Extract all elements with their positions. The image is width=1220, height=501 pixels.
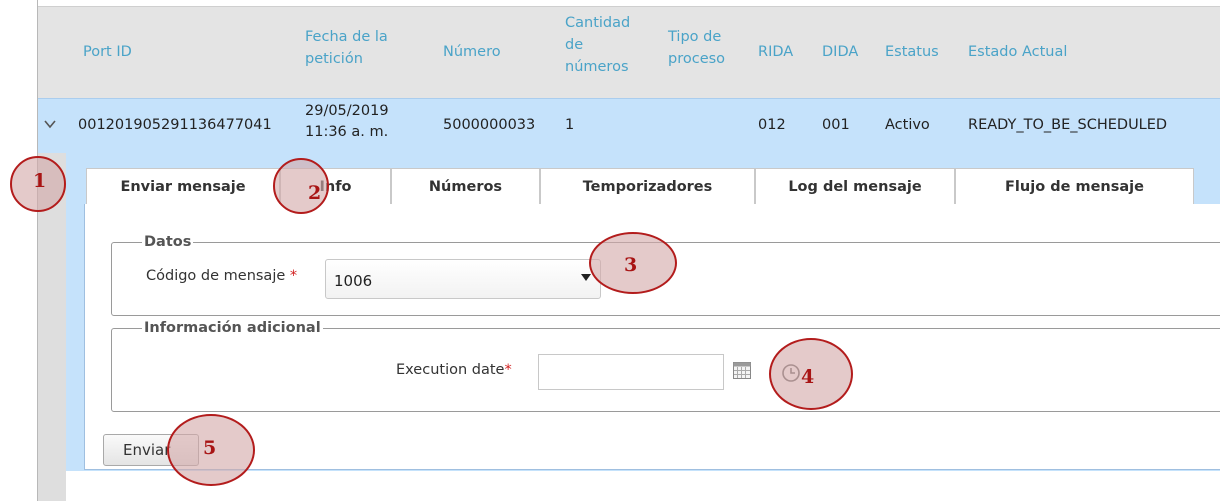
- required-mark: *: [504, 362, 512, 378]
- datos-legend: Datos: [144, 234, 192, 250]
- tab-enviar-mensaje[interactable]: Enviar mensaje: [86, 168, 280, 204]
- col-fecha-line1[interactable]: Fecha de la: [305, 29, 388, 45]
- execution-date-label: Execution date*: [396, 362, 512, 378]
- col-tipo-line2[interactable]: proceso: [668, 51, 725, 67]
- annotation-number-3: 3: [624, 254, 638, 276]
- col-estatus[interactable]: Estatus: [885, 44, 939, 60]
- cell-fecha-date: 29/05/2019: [305, 103, 389, 119]
- cell-dida: 001: [822, 117, 850, 133]
- tab-temporizadores[interactable]: Temporizadores: [540, 168, 755, 204]
- col-cantidad-line1[interactable]: Cantidad: [565, 15, 630, 31]
- cell-cantidad: 1: [565, 117, 575, 133]
- codigo-value: 1006: [334, 272, 373, 290]
- cell-estatus: Activo: [885, 117, 930, 133]
- cell-rida: 012: [758, 117, 786, 133]
- codigo-select[interactable]: 1006: [325, 259, 601, 299]
- cell-estado-actual: READY_TO_BE_SCHEDULED: [968, 117, 1168, 133]
- col-port-id[interactable]: Port ID: [83, 44, 132, 60]
- info-adicional-legend: Información adicional: [144, 320, 321, 336]
- annotation-number-5: 5: [203, 437, 217, 459]
- cell-fecha-time: 11:36 a. m.: [305, 124, 389, 140]
- col-dida[interactable]: DIDA: [822, 44, 858, 60]
- tab-numeros[interactable]: Números: [391, 168, 540, 204]
- annotation-number-2: 2: [308, 182, 322, 204]
- chevron-down-icon[interactable]: [44, 118, 56, 130]
- cell-port-id: 001201905291136477041: [78, 117, 272, 133]
- detail-gutter-bottom: [38, 471, 66, 501]
- col-fecha-line2[interactable]: petición: [305, 51, 363, 67]
- calendar-icon[interactable]: [733, 362, 751, 379]
- annotation-number-1: 1: [33, 170, 47, 192]
- execution-date-input[interactable]: [538, 354, 724, 390]
- dropdown-caret-icon[interactable]: [581, 274, 591, 281]
- col-cantidad-line2[interactable]: de: [565, 37, 583, 53]
- codigo-label: Código de mensaje *: [146, 268, 298, 284]
- col-rida[interactable]: RIDA: [758, 44, 793, 60]
- col-cantidad-line3[interactable]: números: [565, 59, 629, 75]
- required-mark: *: [289, 268, 298, 284]
- annotation-number-4: 4: [801, 366, 815, 388]
- col-numero[interactable]: Número: [443, 44, 501, 60]
- tab-flujo-de-mensaje[interactable]: Flujo de mensaje: [955, 168, 1194, 204]
- tab-log-del-mensaje[interactable]: Log del mensaje: [755, 168, 955, 204]
- col-estado-actual[interactable]: Estado Actual: [968, 44, 1067, 60]
- cell-numero: 5000000033: [443, 117, 536, 133]
- col-tipo-line1[interactable]: Tipo de: [668, 29, 721, 45]
